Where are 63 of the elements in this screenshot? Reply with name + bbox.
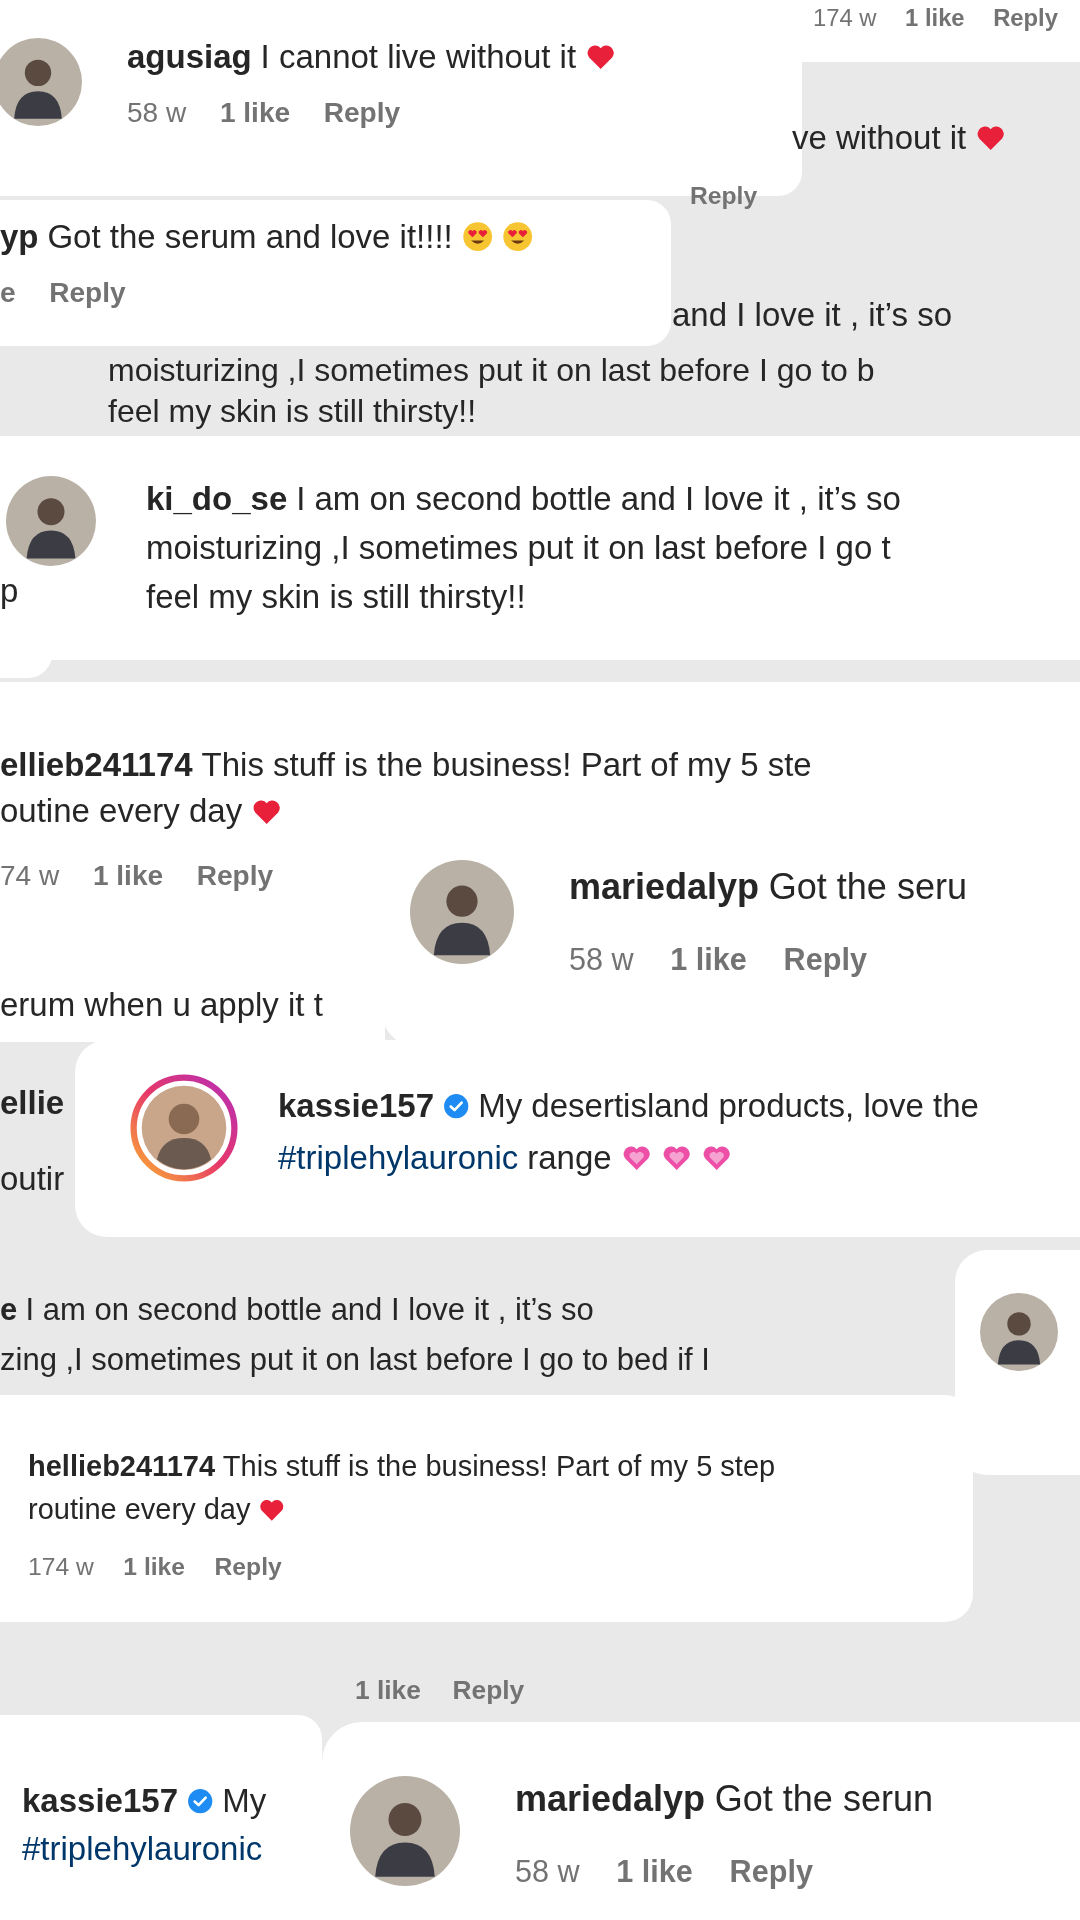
comment-time: 58 w — [515, 1854, 580, 1890]
like-count: 1 like — [355, 1675, 421, 1706]
comment-text: zing ,I sometimes put it on last before I go to bed if I — [0, 1342, 710, 1378]
comment-time: 58 w — [127, 97, 187, 129]
comment-text: outine every day — [0, 792, 243, 831]
username[interactable]: ki_do_se — [146, 479, 288, 518]
reply-button[interactable]: Reply — [452, 1675, 525, 1706]
reply-button[interactable]: Reply — [214, 1553, 282, 1581]
comment-text: My desertisland products, love the — [478, 1087, 979, 1125]
comment-text: p — [0, 572, 19, 611]
comment-text: This stuff is the business! Part of my 5 step — [222, 1450, 776, 1483]
comment-text: My — [222, 1782, 267, 1820]
reply-button[interactable]: Reply — [323, 97, 401, 129]
username[interactable]: mariedalyp — [515, 1778, 706, 1821]
like-count: 1 like — [219, 97, 291, 129]
hashtag-link[interactable]: #triplehylauronic — [278, 1139, 519, 1177]
reply-button[interactable]: Reply — [49, 277, 126, 309]
reply-button[interactable]: Reply — [729, 1854, 813, 1890]
comment-text: I am on second bottle and I love it , it’s so — [25, 1292, 594, 1328]
username[interactable]: agusiag — [127, 38, 252, 77]
comment-time: 174 w — [28, 1553, 94, 1581]
smiley-icon — [461, 221, 494, 253]
username[interactable]: kassie157 — [22, 1782, 178, 1820]
like-count: 1 like — [123, 1553, 185, 1581]
verified-icon — [442, 1092, 470, 1120]
like-count: 1 like — [616, 1854, 693, 1890]
comment-text: moisturizing ,I sometimes put it on last before I go to b — [108, 352, 875, 389]
username[interactable]: mariedalyp — [569, 866, 760, 909]
comment-time: 174 w — [813, 4, 877, 32]
reply-button[interactable]: Reply — [690, 182, 758, 210]
comment-time: 58 w — [569, 942, 634, 978]
like-count: 1 like — [92, 860, 164, 893]
comment-text: and I love it , it’s so — [672, 296, 953, 335]
smiley-icon — [501, 221, 534, 253]
comment-text: Got the seru — [768, 866, 967, 909]
reply-button[interactable]: Reply — [196, 860, 274, 893]
reply-button[interactable]: Reply — [783, 942, 867, 978]
like-count: 1 like — [670, 942, 747, 978]
username[interactable]: hellieb241174 — [28, 1450, 216, 1483]
reply-button[interactable]: Reply — [993, 4, 1058, 32]
username[interactable]: kassie157 — [278, 1087, 434, 1125]
comment-text: I cannot live without it — [260, 38, 577, 77]
username[interactable]: ellieb241174 — [0, 746, 193, 785]
comment-text: routine every day — [28, 1493, 251, 1526]
comment-text: This stuff is the business! Part of my 5 ste — [201, 746, 812, 785]
comment-text: I am on second bottle and I love it , it’s so — [296, 479, 901, 518]
like-count: 1 like — [905, 4, 965, 32]
username[interactable]: e — [0, 1292, 18, 1328]
comment-text: erum when u apply it t — [0, 986, 323, 1025]
comment-text: range — [527, 1139, 612, 1177]
comment-text: Got the serun — [714, 1778, 933, 1821]
comment-text: feel my skin is still thirsty!! — [146, 577, 526, 616]
comment-text: ve without it — [792, 119, 967, 158]
verified-icon — [186, 1787, 214, 1815]
comment-text: moisturizing ,I sometimes put it on last before I go t — [146, 528, 891, 567]
hashtag-link[interactable]: #triplehylauronic — [22, 1830, 263, 1868]
username[interactable]: yp — [0, 218, 39, 257]
comment-text: Got the serum and love it!!!! — [47, 218, 453, 257]
like-count: e — [0, 277, 16, 309]
comment-text: outir — [0, 1160, 65, 1199]
comment-text: feel my skin is still thirsty!! — [108, 393, 477, 430]
comment-time: 74 w — [0, 860, 60, 893]
username[interactable]: ellie — [0, 1084, 65, 1123]
